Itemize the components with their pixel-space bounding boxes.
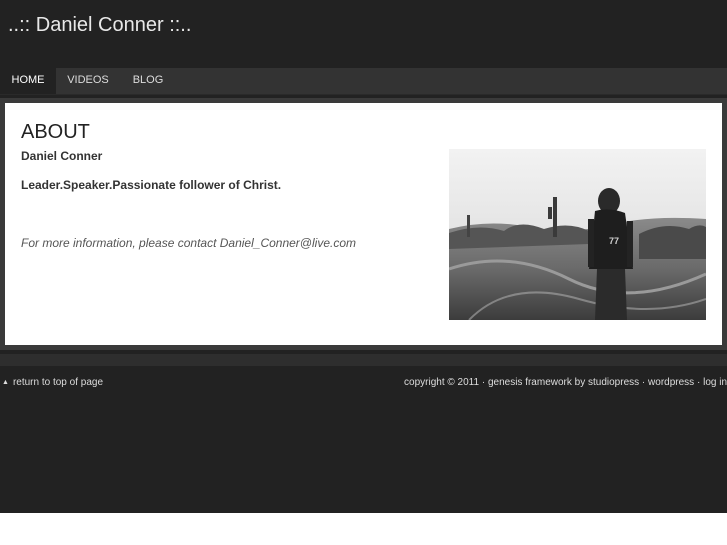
nav-item-blog[interactable]: BLOG (120, 68, 176, 94)
main-nav: HOME VIDEOS BLOG (0, 68, 727, 95)
photo-image: 77 (449, 149, 706, 320)
content-area: ABOUT Daniel Conner Leader.Speaker.Passi… (5, 103, 722, 345)
separator: · (696, 377, 701, 388)
back-to-top-label: return to top of page (12, 377, 104, 388)
copyright-text: copyright © 2011 (404, 377, 480, 388)
nav-item-home[interactable]: HOME (0, 68, 56, 94)
separator: · (481, 377, 486, 388)
site-title[interactable]: ..:: Daniel Conner ::.. (8, 13, 191, 37)
studiopress-link[interactable]: studiopress (588, 377, 639, 388)
genesis-link[interactable]: genesis framework (488, 377, 572, 388)
footer-band (0, 354, 727, 366)
site-wrapper: ..:: Daniel Conner ::.. HOME VIDEOS BLOG… (0, 0, 727, 513)
arrow-up-icon: ▲ (2, 379, 9, 386)
svg-text:77: 77 (609, 236, 619, 246)
about-tagline: Leader.Speaker.Passionate follower of Ch… (21, 178, 282, 192)
wordpress-link[interactable]: wordpress (648, 377, 694, 388)
about-name: Daniel Conner (21, 149, 103, 163)
profile-photo: 77 (449, 149, 706, 320)
page-title: ABOUT (21, 121, 90, 143)
by-text: by (574, 377, 586, 388)
footer: ▲ return to top of page copyright © 2011 … (0, 374, 727, 392)
contact-text: For more information, please contact Dan… (21, 236, 356, 250)
footer-credits: copyright © 2011 · genesis framework by … (404, 374, 727, 392)
back-to-top-link[interactable]: ▲ return to top of page (2, 374, 103, 392)
login-link[interactable]: log in (703, 377, 727, 388)
content-frame: ABOUT Daniel Conner Leader.Speaker.Passi… (0, 98, 727, 350)
header: ..:: Daniel Conner ::.. (0, 0, 727, 68)
nav-item-videos[interactable]: VIDEOS (56, 68, 120, 94)
separator: · (641, 377, 646, 388)
